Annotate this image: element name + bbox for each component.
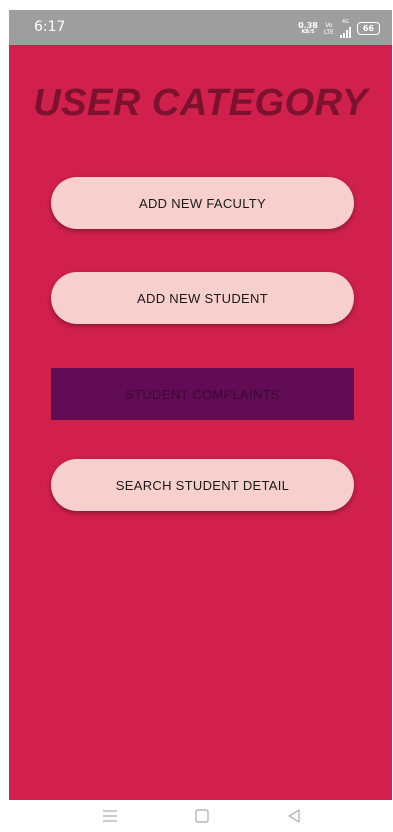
speed-unit: KB/S	[301, 28, 315, 35]
network-speed: 0.38 KB/S	[298, 20, 318, 36]
page-title: USER CATEGORY	[33, 82, 368, 124]
student-complaints-button[interactable]: STUDENT COMPLAINTS	[51, 368, 354, 420]
volte-indicator: Vo LTE	[324, 22, 334, 36]
add-new-student-button[interactable]: ADD NEW STUDENT	[51, 272, 354, 324]
network-type: 4G	[339, 19, 351, 38]
navigation-bar	[0, 800, 393, 832]
add-new-faculty-button[interactable]: ADD NEW FACULTY	[51, 177, 354, 229]
volte-top: Vo	[325, 21, 333, 29]
menu-lines-icon[interactable]	[95, 806, 125, 826]
network-label: 4G	[341, 19, 349, 25]
status-time: 6:17	[34, 19, 66, 35]
status-bar: 6:17 0.38 KB/S Vo LTE 4G 66	[9, 10, 392, 45]
signal-icon	[339, 26, 351, 38]
volte-bottom: LTE	[323, 28, 334, 36]
app-screen: 6:17 0.38 KB/S Vo LTE 4G 66 USER CATEGOR…	[9, 10, 392, 800]
search-student-detail-button[interactable]: SEARCH STUDENT DETAIL	[51, 459, 354, 511]
triangle-back-icon[interactable]	[279, 806, 309, 826]
battery-icon: 66	[356, 22, 380, 35]
status-icons: 0.38 KB/S Vo LTE 4G 66	[298, 19, 380, 38]
square-home-icon[interactable]	[187, 806, 217, 826]
speed-value: 0.38	[298, 20, 318, 30]
